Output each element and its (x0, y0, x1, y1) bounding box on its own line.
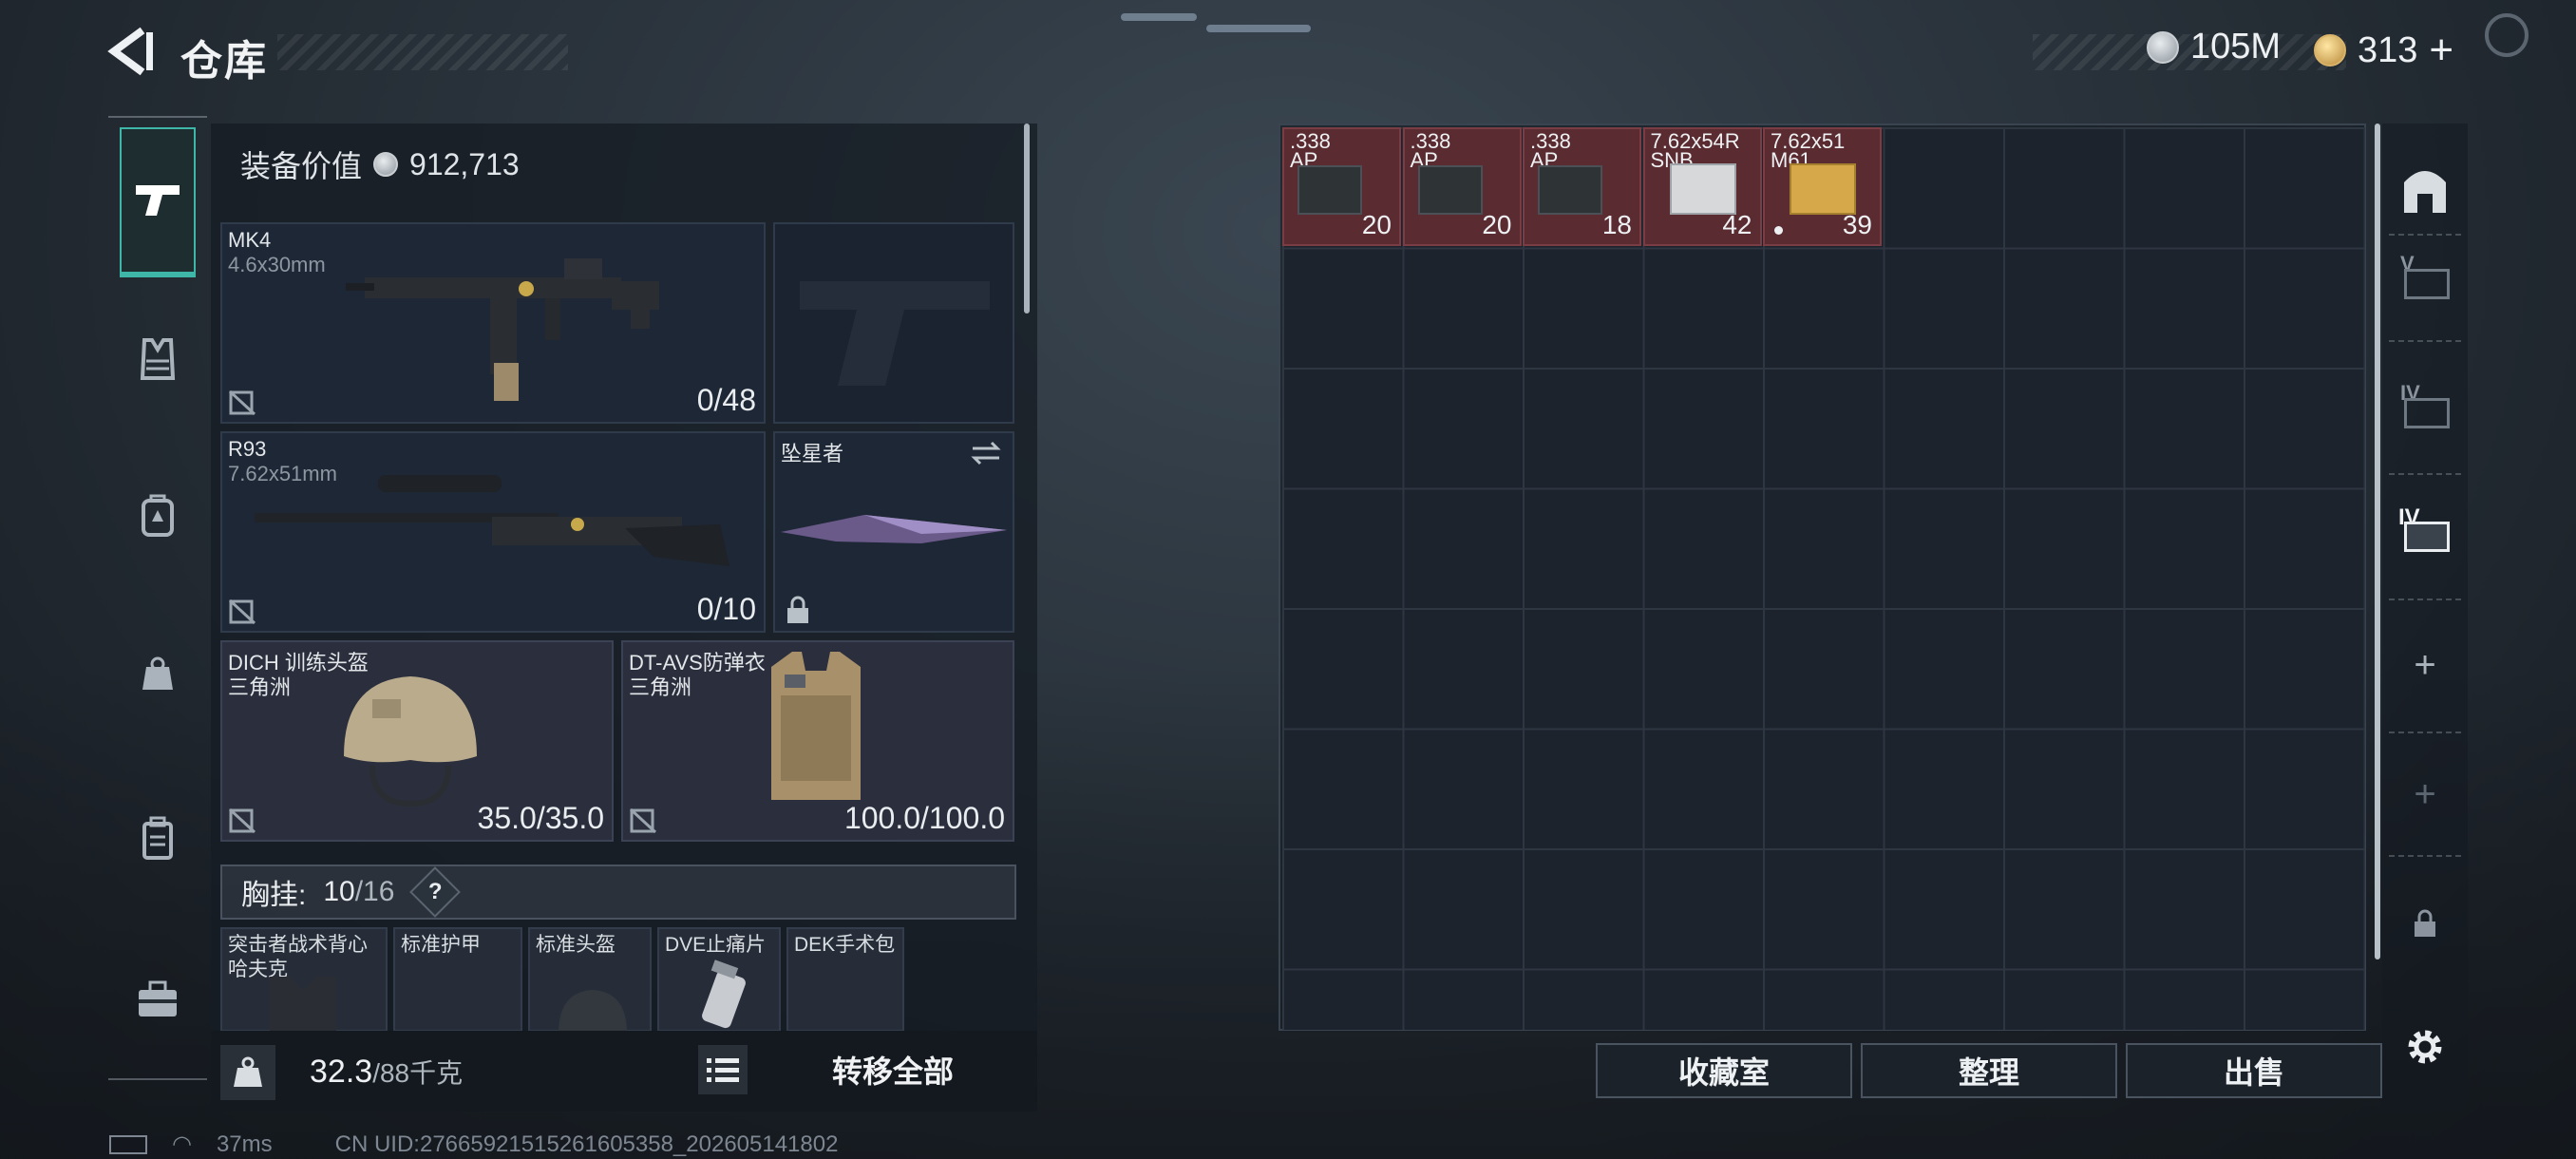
secondary-weapon-slot[interactable]: R93 7.62x51mm 0/10 (220, 431, 766, 633)
add-tokens-button[interactable]: + (2429, 27, 2453, 74)
ammo-item[interactable]: .338 AP 20 (1402, 127, 1522, 246)
back-arrow-icon[interactable] (104, 25, 158, 78)
helmet-item-image (559, 990, 627, 1034)
transfer-all-button[interactable]: 转移全部 (769, 1045, 1016, 1094)
storage-tab-iv-b[interactable]: IV (2389, 494, 2461, 566)
body-armor-slot[interactable]: DT-AVS防弹衣 三角洲 100.0/100.0 (621, 640, 1014, 842)
nav-tab-weapons[interactable] (120, 127, 196, 277)
case-tier-icon (2404, 269, 2450, 299)
lock-icon (2415, 909, 2435, 937)
body-armor-image (771, 652, 861, 800)
list-view-button[interactable] (698, 1045, 748, 1094)
tab-divider (2389, 732, 2461, 733)
storage-scrollbar[interactable] (2375, 124, 2380, 960)
battery-icon (109, 1134, 147, 1154)
ammo-item[interactable]: 7.62x51 M61 39 (1763, 127, 1882, 246)
pouch-icon (142, 656, 173, 690)
case-tier-icon (2404, 398, 2450, 428)
settings-ring-icon[interactable] (2485, 13, 2529, 57)
title-decoration (277, 34, 568, 70)
settings-button[interactable] (2389, 1011, 2461, 1083)
token-balance[interactable]: 313 + (2314, 27, 2453, 74)
ceiling-light (1206, 25, 1311, 32)
chest-item-standard-armor[interactable]: 标准护甲 (393, 927, 522, 1032)
sniper-rifle-image (255, 475, 729, 566)
nav-tab-case[interactable] (122, 802, 194, 874)
ammo-box-icon (1790, 163, 1856, 215)
nav-tab-vest[interactable] (122, 323, 194, 395)
ammo-box-icon (1297, 165, 1362, 215)
coin-balance[interactable]: 105M (2147, 27, 2281, 67)
organize-button[interactable]: 整理 (1861, 1043, 2117, 1098)
sell-button[interactable]: 出售 (2126, 1043, 2382, 1098)
collection-room-button[interactable]: 收藏室 (1596, 1043, 1852, 1098)
coin-icon (373, 152, 399, 177)
tab-divider (2389, 473, 2461, 475)
tab-divider (2389, 855, 2461, 857)
backpack-icon (142, 494, 174, 537)
new-item-dot (1774, 226, 1783, 235)
wifi-icon: ◠ (172, 1131, 192, 1157)
unequip-icon (228, 808, 256, 834)
chest-item-painkillers[interactable]: DVE止痛片 (657, 927, 781, 1032)
ammo-box-icon (1538, 165, 1602, 215)
nav-tab-backpack[interactable] (122, 479, 194, 551)
lock-icon (787, 596, 808, 623)
case-icon (142, 816, 173, 860)
helmet-image (344, 676, 477, 808)
weight-icon (220, 1045, 275, 1100)
vault-icon (2404, 171, 2446, 213)
loadout-value: 装备价值 912,713 (240, 146, 520, 184)
chest-item-standard-helmet[interactable]: 标准头盔 (528, 927, 652, 1034)
ammo-item[interactable]: .338 AP 20 (1282, 127, 1401, 246)
ammo-item[interactable]: .338 AP 18 (1523, 127, 1641, 246)
unequip-icon (228, 598, 256, 625)
storage-grid[interactable] (1282, 127, 2365, 1030)
unequip-icon (629, 808, 657, 834)
unequip-icon (228, 390, 256, 416)
add-storage-button[interactable]: + (2389, 629, 2461, 701)
case-tier-icon (2404, 522, 2450, 552)
status-bar: ◠ 37ms CN UID:27665921515261605358_20260… (109, 1130, 838, 1158)
token-icon (2314, 34, 2346, 66)
chest-item-tactical-vest[interactable]: 突击者战术背心 哈夫克 (220, 927, 388, 1034)
loadout-scrollbar[interactable] (1024, 124, 1030, 314)
melee-slot[interactable]: 坠星者 (773, 431, 1014, 633)
tab-divider (2389, 340, 2461, 342)
helmet-slot[interactable]: DICH 训练头盔 三角洲 35.0/35.0 (220, 640, 614, 842)
ammo-item[interactable]: 7.62x54R SNB 42 (1642, 127, 1762, 246)
toolbox-icon (139, 980, 177, 1016)
nav-tab-pouch[interactable] (122, 638, 194, 711)
primary-weapon-slot[interactable]: MK4 4.6x30mm 0/48 (220, 222, 766, 424)
pill-bottle-image (702, 960, 746, 1029)
ammo-box-icon (1417, 165, 1483, 215)
locked-storage-tab[interactable] (2389, 887, 2461, 960)
gear-icon (2408, 1030, 2442, 1064)
sidearm-slot-empty[interactable] (773, 222, 1014, 424)
tab-divider (2389, 598, 2461, 600)
add-storage-button-disabled[interactable]: + (2389, 758, 2461, 830)
page-title: 仓库 (180, 38, 268, 85)
storage-tab-iv-a[interactable]: IV (2389, 370, 2461, 443)
list-icon (707, 1058, 739, 1082)
category-nav (108, 116, 207, 1080)
swap-icon[interactable] (969, 439, 1003, 467)
chest-item-surgery-kit[interactable]: DEK手术包 (786, 927, 904, 1032)
coin-icon (2147, 30, 2179, 64)
storage-tab-main[interactable] (2389, 154, 2461, 226)
rifle-image (346, 258, 659, 401)
ammo-box-icon (1669, 163, 1736, 215)
storage-tab-v[interactable]: V (2389, 241, 2461, 314)
ceiling-light (1121, 13, 1197, 21)
tab-divider (2389, 234, 2461, 236)
pistol-silhouette-icon (800, 281, 990, 386)
chest-rig-header[interactable]: 胸挂: 10/16 ? (220, 864, 1016, 920)
carry-weight: 32.3/88千克 (310, 1054, 464, 1090)
vest-item-image (270, 977, 336, 1034)
pistol-icon (136, 185, 180, 216)
nav-tab-toolbox[interactable] (122, 963, 194, 1036)
knife-image (781, 515, 1007, 543)
vest-icon (140, 338, 176, 380)
help-button[interactable]: ? (409, 866, 462, 918)
